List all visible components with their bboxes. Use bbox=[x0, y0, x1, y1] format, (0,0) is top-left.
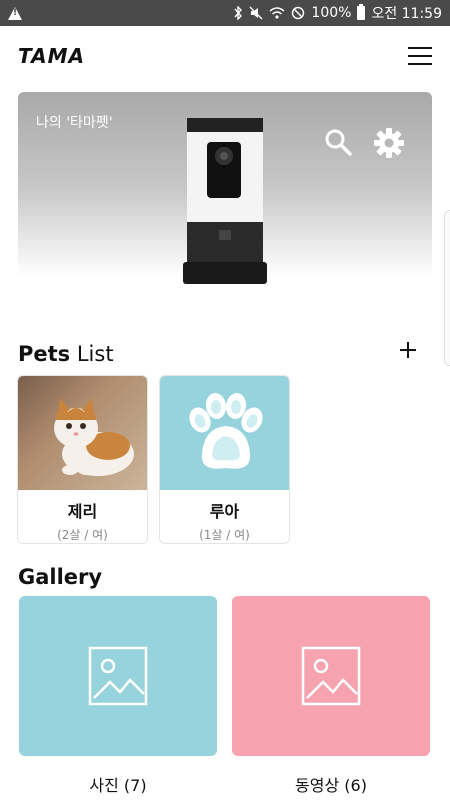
clock: 오전 11:59 bbox=[371, 6, 442, 22]
battery-icon bbox=[357, 4, 366, 20]
device-card[interactable]: 나의 '타마펫' bbox=[18, 92, 432, 310]
pet-photo bbox=[160, 376, 289, 490]
pet-info: (1살 / 여) bbox=[199, 528, 250, 542]
bluetooth-icon bbox=[234, 6, 243, 20]
scroll-indicator bbox=[444, 210, 450, 366]
battery-percent: 100% bbox=[311, 5, 352, 21]
pet-name: 루아 bbox=[209, 502, 240, 521]
gallery-title: Gallery bbox=[18, 565, 103, 589]
mute-icon bbox=[249, 6, 263, 20]
paw-icon bbox=[189, 393, 263, 469]
gallery-photos-tile[interactable] bbox=[19, 596, 217, 756]
image-placeholder-icon bbox=[301, 646, 361, 706]
pet-card[interactable]: 제리 (2살 / 여) bbox=[17, 375, 148, 544]
wifi-icon bbox=[269, 7, 285, 19]
pet-info: (2살 / 여) bbox=[57, 528, 108, 542]
pet-card[interactable]: 루아 (1살 / 여) bbox=[159, 375, 290, 544]
pet-name: 제리 bbox=[67, 502, 98, 521]
image-placeholder-icon bbox=[88, 646, 148, 706]
device-name: 나의 '타마펫' bbox=[36, 115, 113, 131]
app-logo: TAMA bbox=[18, 44, 85, 68]
gallery-videos-label[interactable]: 동영상 (6) bbox=[232, 772, 430, 796]
do-not-disturb-icon bbox=[292, 6, 305, 20]
gallery-videos-tile[interactable] bbox=[232, 596, 430, 756]
status-bar: 100% 오전 11:59 bbox=[0, 0, 450, 26]
warning-icon bbox=[8, 6, 22, 20]
gallery-photos-label[interactable]: 사진 (7) bbox=[19, 772, 217, 796]
add-pet-button[interactable] bbox=[398, 340, 418, 360]
feeder-device-image bbox=[183, 118, 267, 284]
pet-photo bbox=[18, 376, 147, 490]
hamburger-menu-icon[interactable] bbox=[408, 47, 432, 65]
app-header: TAMA bbox=[0, 26, 450, 86]
search-icon[interactable] bbox=[323, 127, 353, 157]
gear-icon[interactable] bbox=[373, 127, 405, 159]
pets-list-title: Pets List bbox=[18, 342, 114, 366]
cat-image bbox=[54, 398, 134, 476]
